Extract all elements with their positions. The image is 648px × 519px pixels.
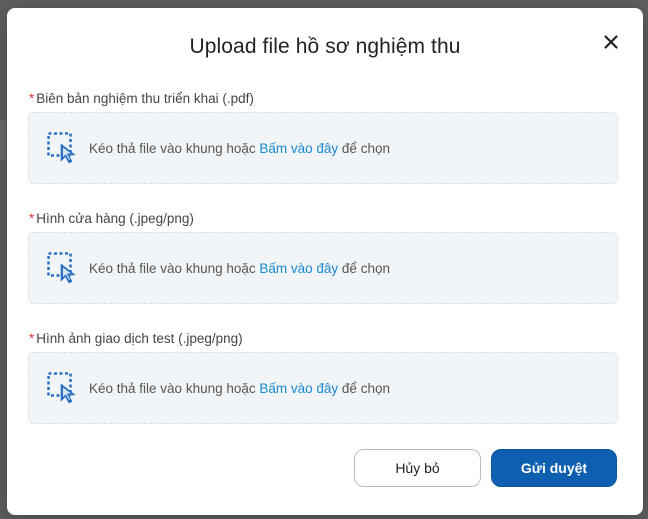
close-button[interactable]	[599, 30, 623, 54]
browse-link[interactable]: Bấm vào đây	[259, 141, 338, 156]
required-mark: *	[29, 331, 35, 346]
dropzone-text-before: Kéo thả file vào khung hoặc	[89, 260, 260, 276]
upload-select-icon	[47, 132, 79, 164]
field-label-acceptance-report: * Biên bản nghiệm thu triển khai (.pdf)	[29, 91, 254, 106]
dropzone-text-after: để chọn	[338, 380, 390, 396]
field-label-text: Hình cửa hàng (.jpeg/png)	[36, 211, 194, 226]
dropzone-text: Kéo thả file vào khung hoặc Bấm vào đây …	[89, 261, 390, 276]
dropzone-acceptance-report[interactable]: Kéo thả file vào khung hoặc Bấm vào đây …	[28, 112, 618, 184]
upload-select-icon	[47, 372, 79, 404]
cancel-button[interactable]: Hủy bỏ	[354, 449, 481, 487]
dropzone-text-before: Kéo thả file vào khung hoặc	[89, 140, 260, 156]
background-panel	[0, 120, 6, 160]
dropzone-text-after: để chọn	[338, 140, 390, 156]
upload-modal: Upload file hồ sơ nghiệm thu * Biên bản n…	[7, 8, 643, 515]
field-label-store-photo: * Hình cửa hàng (.jpeg/png)	[29, 211, 194, 226]
dropzone-text-before: Kéo thả file vào khung hoặc	[89, 380, 260, 396]
field-label-text: Hình ảnh giao dịch test (.jpeg/png)	[36, 331, 243, 346]
field-label-text: Biên bản nghiệm thu triển khai (.pdf)	[36, 91, 254, 106]
browse-link[interactable]: Bấm vào đây	[259, 381, 338, 396]
close-icon	[604, 35, 618, 49]
dropzone-text-after: để chọn	[338, 260, 390, 276]
submit-button[interactable]: Gửi duyệt	[491, 449, 617, 487]
dropzone-store-photo[interactable]: Kéo thả file vào khung hoặc Bấm vào đây …	[28, 232, 618, 304]
dropzone-test-transaction-photo[interactable]: Kéo thả file vào khung hoặc Bấm vào đây …	[28, 352, 618, 424]
dropzone-text: Kéo thả file vào khung hoặc Bấm vào đây …	[89, 141, 390, 156]
upload-select-icon	[47, 252, 79, 284]
required-mark: *	[29, 91, 35, 106]
field-label-test-transaction-photo: * Hình ảnh giao dịch test (.jpeg/png)	[29, 331, 243, 346]
modal-title: Upload file hồ sơ nghiệm thu	[189, 35, 461, 58]
required-mark: *	[29, 211, 35, 226]
browse-link[interactable]: Bấm vào đây	[259, 261, 338, 276]
dropzone-text: Kéo thả file vào khung hoặc Bấm vào đây …	[89, 381, 390, 396]
